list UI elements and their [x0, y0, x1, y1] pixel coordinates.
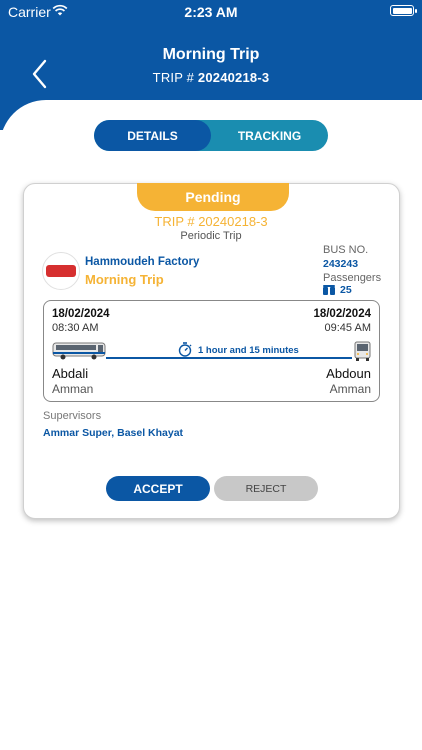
from-stop: Abdali: [52, 366, 89, 381]
trip-duration: 1 hour and 15 minutes: [198, 345, 299, 356]
tab-segmented-control: TRACKING DETAILS: [94, 120, 328, 151]
status-badge: Pending: [137, 183, 289, 211]
accept-button[interactable]: ACCEPT: [106, 476, 210, 501]
route-line: [106, 357, 352, 359]
departure-time: 08:30 AM: [52, 322, 99, 334]
arrival-time: 09:45 AM: [324, 322, 371, 334]
company-name: Hammoudeh Factory: [85, 256, 200, 268]
company-logo: [42, 252, 80, 290]
tab-tracking[interactable]: TRACKING: [211, 120, 328, 151]
bus-number-label: BUS NO.: [323, 244, 369, 256]
header-trip-number: 20240218-3: [197, 70, 270, 85]
stopwatch-icon: [178, 342, 192, 357]
supervisors-label: Supervisors: [43, 410, 102, 422]
bus-number: 243243: [323, 258, 359, 270]
from-city: Amman: [52, 382, 94, 396]
reject-button[interactable]: REJECT: [214, 476, 318, 501]
trip-type: Periodic Trip: [180, 230, 242, 242]
status-bar: Carrier 2:23 AM: [0, 0, 422, 24]
page-subtitle: TRIP # 20240218-3: [0, 70, 422, 85]
supervisors-names: Ammar Super, Basel Khayat: [43, 427, 184, 439]
status-time: 2:23 AM: [184, 4, 238, 20]
trip-card: Pending TRIP # 20240218-3 Periodic Trip …: [23, 183, 400, 519]
seat-icon: [323, 285, 335, 295]
trip-name: Morning Trip: [85, 272, 164, 287]
bus-side-icon: [52, 342, 106, 360]
trip-number: TRIP # 20240218-3: [154, 214, 268, 229]
to-city: Amman: [329, 382, 371, 396]
passengers-count: 25: [340, 284, 352, 296]
logo-mark: [46, 265, 76, 277]
trip-prefix: TRIP #: [152, 70, 198, 85]
bus-front-icon: [354, 341, 371, 361]
passengers-label: Passengers: [323, 272, 382, 284]
battery-icon: [390, 5, 417, 16]
tab-details[interactable]: DETAILS: [94, 120, 211, 151]
route-box: 18/02/2024 08:30 AM 18/02/2024 09:45 AM …: [43, 300, 380, 402]
arrival-date: 18/02/2024: [313, 308, 371, 320]
to-stop: Abdoun: [326, 366, 371, 381]
page-title: Morning Trip: [162, 46, 260, 63]
departure-date: 18/02/2024: [52, 308, 110, 320]
